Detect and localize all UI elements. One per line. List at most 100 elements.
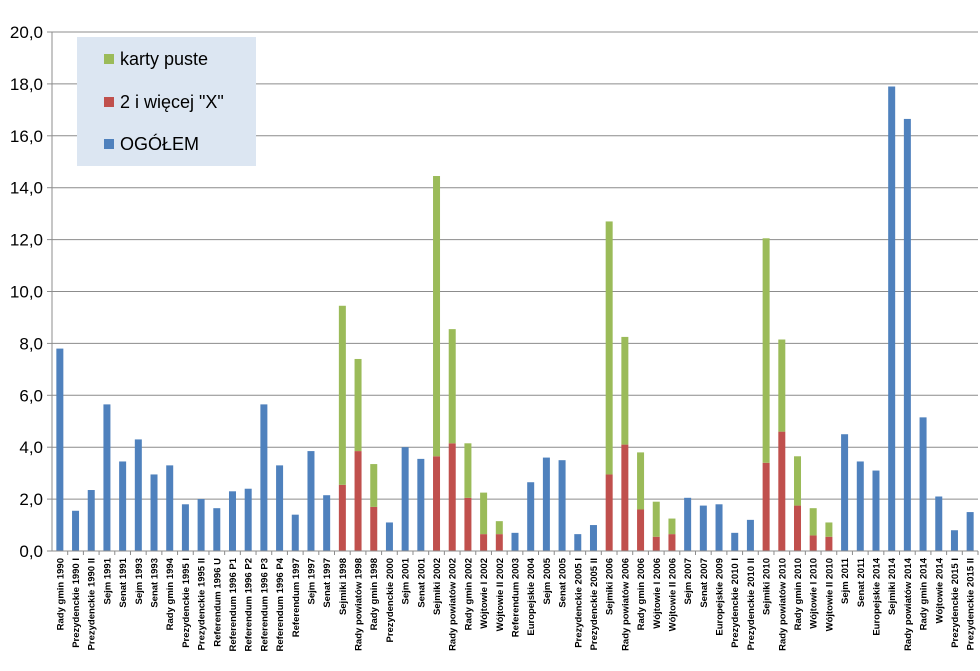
bar-segment-0-41 [699, 505, 707, 551]
x-tick-label: Wójtowie I 2010 [809, 558, 820, 629]
bar-segment-0-31 [542, 457, 550, 551]
legend: karty puste 2 i więcej "X" OGÓŁEM [77, 37, 256, 166]
x-tick-label: Rady powiatów 1998 [354, 558, 365, 651]
x-tick-label: Referendum 1996 P3 [259, 558, 270, 651]
bar-segment-1-35 [605, 474, 613, 551]
legend-swatch-2-i-wiecej-x [104, 97, 114, 107]
bar-segment-0-13 [260, 404, 268, 551]
bar-segment-0-32 [558, 460, 566, 551]
legend-swatch-ogolem [104, 139, 114, 149]
bar-segment-0-40 [684, 497, 692, 551]
bar-segment-2-24 [433, 176, 441, 457]
bar-segment-2-47 [794, 456, 802, 506]
bar-segment-2-18 [338, 305, 346, 485]
x-tick-label: Prezydenckie 2000 [385, 558, 396, 643]
x-tick-label: Europejskie 2004 [526, 557, 537, 635]
bar-segment-0-53 [888, 86, 896, 551]
x-tick-label: Prezydenckie 2010 I [730, 558, 741, 648]
x-tick-label: Wójtowie I 2006 [652, 558, 663, 629]
bar-segment-0-2 [87, 490, 95, 551]
bar-segment-0-57 [950, 530, 958, 551]
x-axis-tick-labels: Rady gmin 1990 Prezydenckie 1990 I Prezyde… [55, 557, 976, 651]
x-tick-label: Rady powiatów 2002 [448, 558, 459, 651]
x-tick-label: Prezydenckie 1995 II [197, 558, 208, 650]
x-tick-label: Senat 1993 [150, 558, 161, 608]
bar-segment-2-48 [809, 508, 817, 536]
bar-segment-0-16 [307, 451, 315, 551]
bar-segment-0-7 [166, 465, 174, 551]
x-tick-label: Sejm 2001 [401, 557, 412, 604]
x-tick-label: Wójtowie II 2002 [495, 558, 506, 631]
bar-segment-0-12 [244, 488, 252, 551]
x-tick-label: Rady gmin 2014 [919, 557, 930, 630]
bar-segment-0-33 [574, 534, 582, 551]
x-tick-label: Rady gmin 1990 [55, 558, 66, 630]
x-tick-label: Sejm 1997 [306, 558, 317, 604]
bar-segment-0-14 [276, 465, 284, 551]
x-tick-label: Senat 2001 [416, 557, 427, 607]
bar-segment-2-36 [621, 336, 629, 445]
bar-segment-0-34 [589, 525, 597, 551]
bar-segment-0-11 [228, 491, 236, 551]
x-tick-label: Europejskie 2009 [715, 558, 726, 636]
bar-segment-0-44 [746, 519, 754, 551]
x-tick-label: Referendum 1996 P4 [275, 557, 286, 651]
bar-segment-1-20 [370, 506, 378, 551]
bar-segment-1-46 [778, 431, 786, 551]
y-tick-label: 16,0 [10, 127, 43, 146]
y-tick-label: 20,0 [10, 23, 43, 42]
bar-segment-1-27 [480, 534, 488, 551]
x-tick-label: Sejm 2011 [840, 557, 851, 604]
y-tick-label: 2,0 [19, 490, 43, 509]
x-tick-label: Sejm 2007 [683, 558, 694, 604]
bar-segment-2-25 [448, 329, 456, 444]
x-tick-label: Senat 1991 [118, 557, 129, 607]
bar-segment-1-38 [652, 536, 660, 551]
bar-segment-0-5 [134, 439, 142, 551]
x-tick-label: Wójtowie 2014 [934, 557, 945, 623]
bar-segment-2-39 [668, 518, 676, 535]
bar-segment-1-47 [794, 505, 802, 551]
bar-segment-2-46 [778, 339, 786, 432]
x-tick-label: Wójtowie II 2006 [667, 558, 678, 631]
y-tick-label: 14,0 [10, 179, 43, 198]
x-tick-label: Sejmiki 2014 [887, 557, 898, 615]
bar-segment-1-48 [809, 535, 817, 551]
bar-segment-0-56 [935, 496, 943, 551]
x-tick-label: Prezydenckie 1990 II [87, 558, 98, 650]
x-tick-label: Senat 1997 [322, 558, 333, 608]
x-tick-label: Referendum 2003 [511, 558, 522, 637]
x-tick-label: Sejm 2005 [542, 557, 553, 604]
bar-segment-1-28 [495, 534, 503, 551]
bar-segment-0-43 [731, 532, 739, 551]
bar-segment-1-19 [354, 451, 362, 551]
x-tick-label: Wójtowie II 2010 [824, 558, 835, 631]
bar-segment-1-36 [621, 444, 629, 551]
x-tick-label: Senat 2005 [558, 557, 569, 607]
bar-segment-0-58 [966, 512, 974, 551]
bar-segment-1-49 [825, 536, 833, 551]
y-tick-label: 8,0 [19, 334, 43, 353]
bar-segment-2-27 [480, 492, 488, 535]
x-tick-label: Referendum 1996 P2 [244, 558, 255, 651]
y-tick-label: 0,0 [19, 542, 43, 561]
legend-label-karty-puste: karty puste [120, 49, 208, 69]
x-tick-label: Prezydenckie 2015 I [950, 558, 961, 648]
bar-segment-0-4 [119, 461, 127, 551]
y-axis-tick-labels: 0,0 2,0 4,0 6,0 8,0 10,0 12,0 14,0 16,0 18,0 20,0 [10, 23, 43, 561]
bar-segment-1-18 [338, 484, 346, 551]
x-tick-label: Rady gmin 2006 [636, 558, 647, 630]
x-tick-label: Referendum 1996 U [212, 558, 223, 647]
bar-segment-2-26 [464, 443, 472, 498]
x-tick-label: Rady gmin 1998 [369, 558, 380, 630]
x-tick-label: Senat 2007 [699, 558, 710, 608]
bar-segment-0-42 [715, 504, 723, 551]
bar-segment-0-50 [841, 434, 849, 551]
y-tick-label: 10,0 [10, 283, 43, 302]
bar-segment-1-37 [637, 509, 645, 551]
bar-segment-2-49 [825, 522, 833, 537]
bar-segment-1-25 [448, 443, 456, 551]
bar-segment-2-37 [637, 452, 645, 510]
x-tick-label: Prezydenckie 1990 I [71, 558, 82, 648]
x-tick-label: Prezydenckie 2005 II [589, 558, 600, 650]
